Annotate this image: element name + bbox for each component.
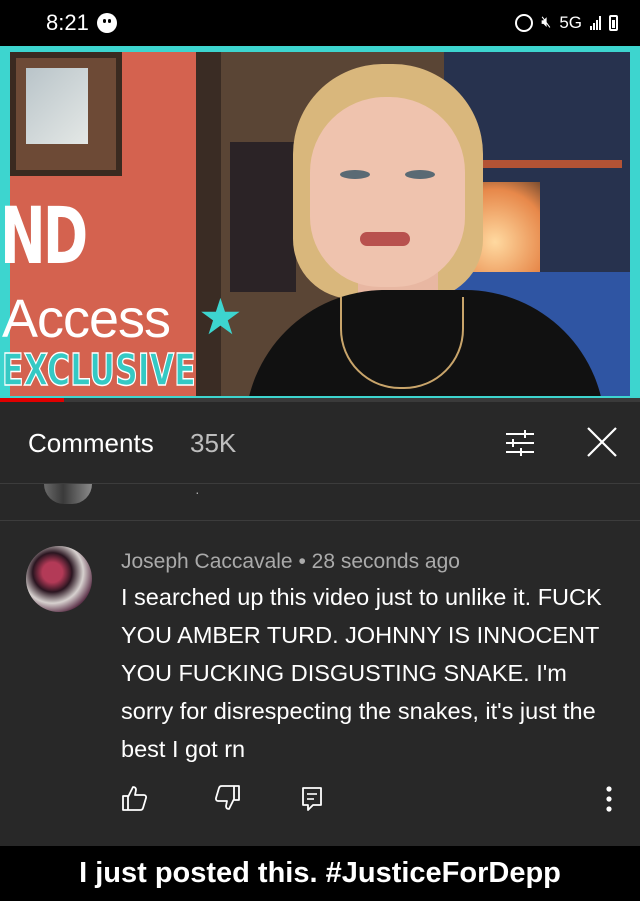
dislike-icon[interactable] bbox=[214, 784, 242, 812]
brand-partial-text: ND bbox=[0, 192, 88, 282]
signal-icon bbox=[590, 16, 601, 30]
network-label: 5G bbox=[559, 13, 582, 32]
filter-sort-icon[interactable] bbox=[503, 426, 537, 460]
avatar bbox=[44, 484, 92, 504]
like-icon[interactable] bbox=[120, 784, 148, 812]
status-time: 8:21 bbox=[46, 10, 89, 35]
status-icons: 🔇︎ 5G bbox=[515, 13, 618, 33]
person-eye-left bbox=[340, 170, 370, 179]
comments-title: Comments bbox=[28, 428, 154, 458]
comments-count: 35K bbox=[190, 428, 237, 458]
avatar[interactable] bbox=[26, 546, 92, 612]
comment-item: Joseph Caccavale • 28 seconds ago I sear… bbox=[0, 520, 640, 842]
battery-icon bbox=[609, 15, 618, 31]
meme-caption: I just posted this. #JusticeForDepp bbox=[0, 846, 640, 901]
picture-frame bbox=[10, 52, 122, 176]
reply-icon[interactable] bbox=[300, 786, 324, 812]
person-face bbox=[310, 97, 465, 287]
alarm-icon bbox=[515, 14, 534, 32]
brand-logo-text: Access bbox=[2, 289, 171, 349]
mute-icon: 🔇︎ bbox=[541, 14, 552, 31]
brand-star-icon: ★ bbox=[198, 289, 243, 345]
brand-exclusive-text: EXCLUSIVE bbox=[1, 345, 196, 396]
previous-comment-stub: · bbox=[0, 484, 640, 521]
close-icon[interactable] bbox=[584, 424, 620, 460]
previous-comment-dot: · bbox=[195, 484, 200, 500]
meta-separator: • bbox=[298, 550, 306, 573]
comment-author[interactable]: Joseph Caccavale bbox=[121, 550, 293, 573]
comment-time: 28 seconds ago bbox=[311, 550, 460, 573]
video-player[interactable]: ND Access ★ EXCLUSIVE bbox=[0, 46, 640, 400]
background-curtain bbox=[230, 142, 296, 292]
comments-header: Comments 35K bbox=[0, 402, 640, 484]
more-options-icon[interactable] bbox=[600, 784, 618, 814]
person-mouth bbox=[360, 232, 410, 246]
status-bar: 8:21 🔇︎ 5G bbox=[0, 0, 640, 46]
comments-panel: Comments 35K · Joseph Caccavale • 28 sec… bbox=[0, 402, 640, 846]
kitchen-shelf bbox=[472, 160, 622, 168]
comment-text: I searched up this video just to unlike … bbox=[121, 584, 602, 762]
smiley-icon bbox=[96, 13, 117, 33]
person-eye-right bbox=[405, 170, 435, 179]
comment-meta: Joseph Caccavale • 28 seconds ago bbox=[121, 550, 460, 574]
